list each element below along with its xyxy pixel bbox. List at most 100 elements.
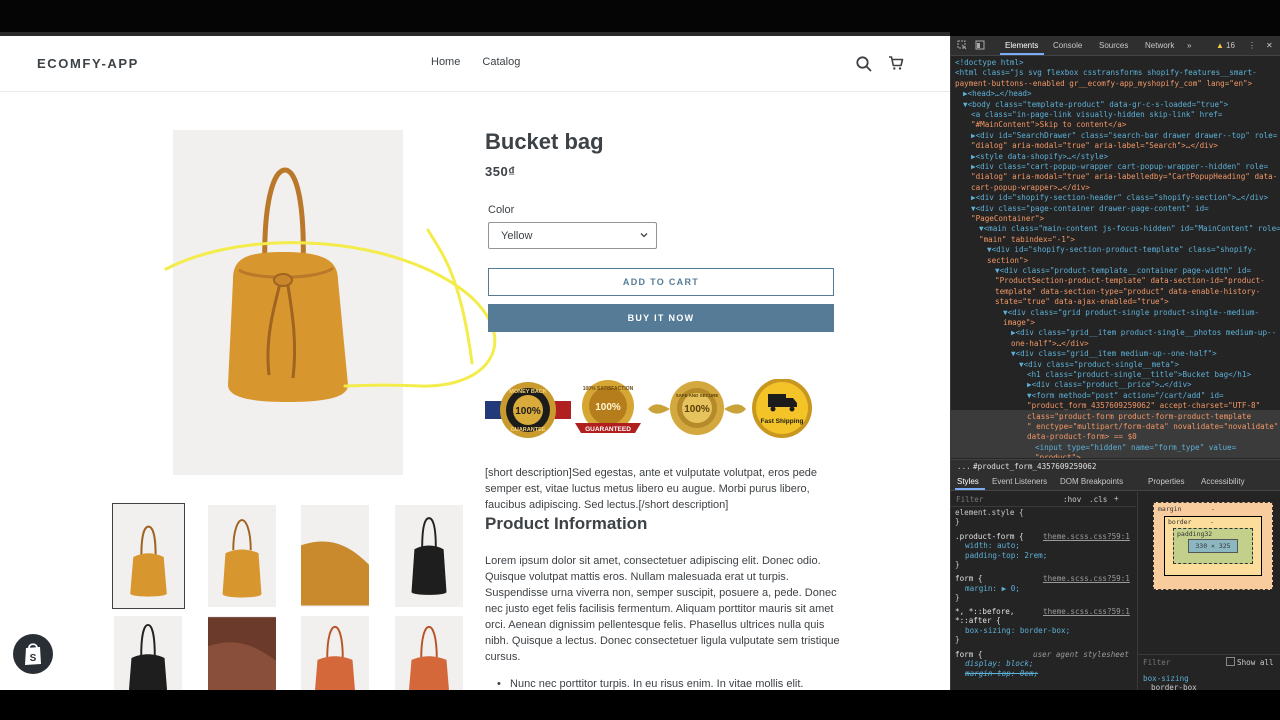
dom-line[interactable]: ▼<body class="template-product" data-gr-… [963,100,1228,110]
cart-icon[interactable] [887,54,905,72]
user-agent-label: user agent stylesheet [1033,650,1130,659]
thumbnail-2[interactable] [208,505,276,607]
dom-line[interactable]: "dialog" aria-modal="true" aria-label="S… [971,141,1218,151]
style-decl[interactable]: box-sizing: border-box; [965,626,1070,636]
dom-line[interactable]: " enctype="multipart/form-data" novalida… [1027,422,1278,432]
dom-line[interactable]: <input type="hidden" name="form_type" va… [1035,443,1236,453]
nav-home-link[interactable]: Home [431,56,460,68]
dom-line[interactable]: image"> [1003,318,1035,328]
dom-line[interactable]: ▼<div class="grid__item medium-up--one-h… [1011,349,1217,359]
dom-line[interactable]: ▼<div id="shopify-section-product-templa… [987,245,1257,255]
show-all-checkbox[interactable] [1226,657,1235,666]
dom-line[interactable]: ▶<div class="grid__item product-single__… [1011,328,1276,338]
computed-prop[interactable]: box-sizing [1143,674,1189,683]
more-tabs-button[interactable]: » [1187,41,1191,50]
close-icon[interactable]: ✕ [1266,41,1273,50]
dom-line[interactable]: template" data-section-type="product" da… [995,287,1260,297]
thumbnail-bag-shape [222,549,262,598]
dom-line[interactable]: ▶<div id="shopify-section-header" class=… [971,193,1268,203]
add-to-cart-button[interactable]: ADD TO CART [488,268,834,296]
dom-line[interactable]: ▶<div class="product__price">…</div> [1027,380,1192,390]
dom-line[interactable]: "product"> [1035,453,1081,458]
dom-line[interactable]: ▶<div class="cart-popup-wrapper cart-pop… [971,162,1268,172]
cls-toggle[interactable]: .cls [1089,495,1107,504]
dom-line[interactable]: cart-popup-wrapper>…</div> [971,183,1090,193]
dom-line[interactable]: "#MainContent">Skip to content</a> [971,120,1126,130]
dom-line[interactable]: ▼<div class="product-template__container… [995,266,1251,276]
dom-line[interactable]: "main" tabindex="-1"> [979,235,1075,245]
dom-line[interactable]: ▼<div class="page-container drawer-page-… [971,204,1209,214]
tab-sources[interactable]: Sources [1099,41,1128,50]
tab-elements[interactable]: Elements [1005,41,1038,50]
warning-icon[interactable]: ▲ [1216,41,1224,50]
tab-event-listeners[interactable]: Event Listeners [992,477,1047,486]
style-source-link[interactable]: theme.scss.css?59:1 [1043,574,1130,584]
dom-line[interactable]: ▶<head>…</head> [963,89,1032,99]
hov-toggle[interactable]: :hov [1063,495,1081,504]
dom-line[interactable]: one-half">…</div> [1011,339,1089,349]
thumbnail-1[interactable] [112,503,185,609]
dom-line[interactable]: data-product-form> == $0 [1027,432,1137,442]
nav-catalog-link[interactable]: Catalog [482,56,520,68]
styles-filter-input[interactable]: Filter [956,495,983,504]
box-model-content[interactable]: 330 × 325 [1188,539,1238,553]
tab-properties[interactable]: Properties [1148,477,1184,486]
thumbnail-4[interactable] [395,505,463,607]
dom-line[interactable]: payment-buttons--enabled gr__ecomfy-app_… [955,79,1252,89]
tab-styles[interactable]: Styles [957,477,979,486]
dom-line[interactable]: "product_form_4357609259062" accept-char… [1027,401,1260,411]
breadcrumb-ellipsis[interactable]: ... [957,462,971,471]
thumbnail-7[interactable] [301,616,369,690]
thumbnail-5[interactable] [114,616,182,690]
dom-line[interactable]: <html class="js svg flexbox csstransform… [955,68,1257,78]
dom-line[interactable]: ▶<div id="SearchDrawer" class="search-ba… [971,131,1277,141]
site-logo[interactable]: ECOMFY-APP [37,56,139,71]
dom-line[interactable]: ▶<style data-shopify>…</style> [971,152,1108,162]
box-model-padding[interactable]: padding32 330 × 325 [1173,528,1253,564]
shopify-bag-icon[interactable]: S [13,634,53,674]
color-select[interactable]: Yellow [488,222,657,249]
computed-filter-input[interactable]: Filter [1143,658,1170,667]
warning-count: 16 [1226,41,1235,50]
dom-line[interactable]: <h1 class="product-single__title">Bucket… [1027,370,1251,380]
border-top-value: - [1210,518,1214,526]
dom-line[interactable]: "PageContainer"> [971,214,1044,224]
dom-line[interactable]: <!doctype html> [955,58,1024,68]
dom-line[interactable]: state="true" data-ajax-enabled="true"> [995,297,1169,307]
add-rule-button[interactable]: + [1114,494,1119,503]
tab-dom-breakpoints[interactable]: DOM Breakpoints [1060,477,1123,486]
breadcrumb-form[interactable]: #product_form_4357609259062 [973,462,1096,471]
tab-console[interactable]: Console [1053,41,1082,50]
style-decl[interactable]: width: auto; [965,541,1020,551]
tab-network[interactable]: Network [1145,41,1174,50]
style-source-link[interactable]: theme.scss.css?59:1 [1043,607,1130,617]
buy-it-now-button[interactable]: BUY IT NOW [488,304,834,332]
main-product-image[interactable] [173,130,403,475]
dom-line[interactable]: "ProductSection-product-template" data-s… [995,276,1265,286]
tab-accessibility[interactable]: Accessibility [1201,477,1245,486]
inspect-element-icon[interactable] [957,40,967,50]
thumbnail-8[interactable] [395,616,463,690]
style-selector: *::after { [955,616,1001,625]
search-icon[interactable] [855,55,873,73]
dom-line[interactable]: class="product-form product-form-product… [1027,412,1251,422]
dom-line[interactable]: section"> [987,256,1028,266]
dom-line[interactable]: <a class="in-page-link visually-hidden s… [971,110,1222,120]
dom-line[interactable]: ▼<div class="product-single__meta"> [1019,360,1179,370]
store-page: ECOMFY-APP Home Catalog Bucket bag 350₫ … [0,36,950,690]
dom-line[interactable]: ▼<div class="grid product-single product… [1003,308,1259,318]
dom-line[interactable]: "dialog" aria-modal="true" aria-labelled… [971,172,1277,182]
style-decl[interactable]: margin: ▶ 0; [965,584,1020,594]
box-model-margin[interactable]: margin - border - padding32 330 × 325 [1153,502,1273,590]
dom-line[interactable]: ▼<main class="main-content js-focus-hidd… [979,224,1280,234]
thumbnail-bag-shape [315,656,355,690]
style-decl[interactable]: padding-top: 2rem; [965,551,1047,561]
thumbnail-3[interactable] [301,505,369,607]
dom-line[interactable]: ▼<form method="post" action="/cart/add" … [1027,391,1224,401]
thumbnail-6[interactable] [208,616,276,690]
box-model-border[interactable]: border - padding32 330 × 325 [1164,516,1262,576]
show-all-label: Show all [1237,658,1274,667]
style-source-link[interactable]: theme.scss.css?59:1 [1043,532,1130,542]
device-toolbar-icon[interactable] [975,40,985,50]
menu-kebab-icon[interactable]: ⋮ [1248,41,1256,50]
